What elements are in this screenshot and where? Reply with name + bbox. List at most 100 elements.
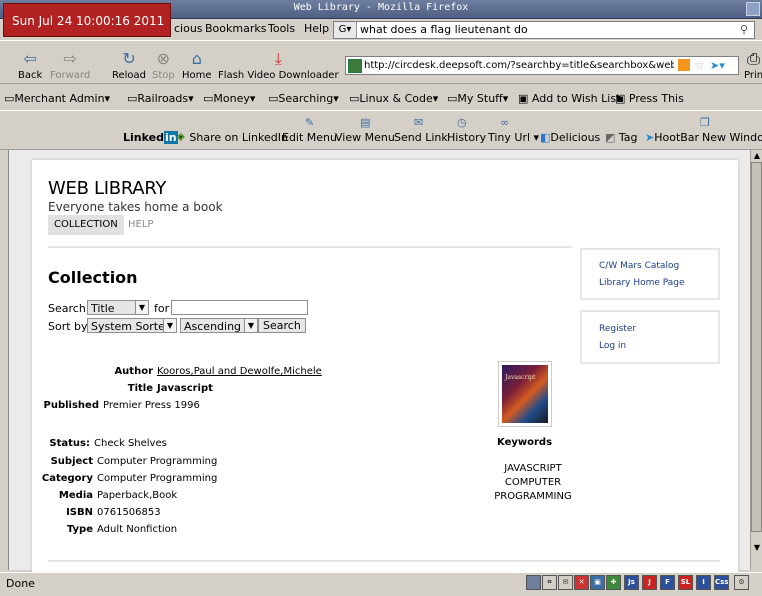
history-button[interactable]: History (447, 131, 486, 144)
category-label: Category (41, 473, 93, 484)
scroll-up-arrow-icon[interactable]: ▲ (751, 150, 762, 162)
url-input[interactable]: http://circdesk.deepsoft.com/?searchby=t… (364, 57, 674, 74)
library-home-page-link[interactable]: Library Home Page (599, 278, 685, 288)
printer-icon: ⎙ (747, 49, 760, 68)
delicious-button[interactable]: ◧Delicious (540, 131, 600, 144)
addon-status-icon[interactable] (526, 575, 541, 590)
bookmark-add-to-wish-list[interactable]: ▣ Add to Wish List (518, 92, 620, 105)
share-on-linkedin-button[interactable]: ❖ Share on LinkedIn (176, 131, 288, 144)
linkedin-button[interactable]: Linkedin▾ (123, 131, 183, 144)
screen-icon[interactable]: ▣ (590, 575, 605, 590)
mail-icon[interactable]: ✉ (558, 575, 573, 590)
bookmark-folder-linux-code[interactable]: ▭Linux & Code▾ (349, 92, 438, 105)
author-label: Author (114, 366, 153, 377)
menu-help[interactable]: Help (304, 22, 329, 35)
register-link[interactable]: Register (599, 324, 636, 334)
site-title: WEB LIBRARY (48, 178, 167, 199)
sort-order-select[interactable]: Ascending ▼ (180, 318, 258, 333)
bookmark-page-icon: ▣ (518, 92, 529, 105)
tag-button[interactable]: ◩ Tag (605, 131, 638, 144)
tab-help[interactable]: HELP (122, 215, 159, 235)
search-button[interactable]: Search (258, 318, 306, 333)
bookmark-folder-searching[interactable]: ▭Searching▾ (268, 92, 339, 105)
for-label: for (154, 302, 170, 315)
history-clock-icon: ◷ (457, 116, 467, 129)
flash-video-downloader-button[interactable]: ⤓ Flash Video Downloader (218, 48, 339, 81)
keywords-label: Keywords (497, 437, 553, 448)
sort-field-select[interactable]: System Sorted ▼ (87, 318, 177, 333)
settings-icon[interactable]: ⚙ (734, 575, 749, 590)
cw-mars-catalog-link[interactable]: C/W Mars Catalog (599, 261, 679, 271)
delicious-icon: ◧ (540, 131, 551, 144)
reload-button[interactable]: ↻ Reload (112, 48, 146, 81)
view-menu-button[interactable]: View Menu (335, 131, 395, 144)
subject-value: Computer Programming (97, 456, 218, 467)
menu-bookmarks[interactable]: Bookmarks (205, 22, 266, 35)
bookmark-press-this[interactable]: ▣ Press This (615, 92, 684, 105)
download-icon: ⤓ (274, 49, 282, 68)
isbn-label: ISBN (66, 507, 93, 518)
edit-menu-button[interactable]: Edit Menu (282, 131, 337, 144)
images-toggle-icon[interactable]: I (696, 575, 711, 590)
send-link-button[interactable]: Send Link (394, 131, 448, 144)
log-in-link[interactable]: Log in (599, 341, 626, 351)
search-icon[interactable]: ⚲ (740, 23, 748, 36)
twitter-bird-icon[interactable]: ➤▾ (710, 57, 725, 74)
scroll-down-arrow-icon[interactable]: ▼ (751, 542, 762, 554)
published-label: Published (43, 400, 99, 411)
search-engine-icon[interactable]: G▾ (334, 22, 357, 38)
forward-arrow-icon: ⇨ (63, 49, 77, 68)
published-value: Premier Press 1996 (103, 400, 200, 411)
grid-icon[interactable]: ⌗ (542, 575, 557, 590)
web-search-box[interactable]: G▾ what does a flag lieutenant do ⚲ (333, 21, 755, 39)
status-label: Status: (49, 438, 90, 449)
rss-icon[interactable] (678, 59, 690, 71)
keyword-item: JAVASCRIPT (504, 463, 562, 474)
silverlight-toggle-icon[interactable]: SL (678, 575, 693, 590)
tab-collection[interactable]: COLLECTION (48, 215, 124, 235)
type-value: Adult Nonfiction (97, 524, 178, 535)
tiny-url-button[interactable]: Tiny Url ▾ (488, 131, 539, 144)
author-link[interactable]: Kooros,Paul and Dewolfe,Michele (157, 366, 322, 377)
forward-button[interactable]: ⇨ Forward (50, 48, 90, 81)
share-icon: ❖ (176, 131, 186, 144)
web-search-input[interactable]: what does a flag lieutenant do (360, 23, 528, 36)
status-text: Done (6, 577, 35, 590)
puzzle-icon[interactable]: ✚ (606, 575, 621, 590)
vertical-scrollbar[interactable]: ▲ ▼ (750, 150, 762, 570)
media-value: Paperback,Book (97, 490, 178, 501)
edit-menu-icon: ✎ (305, 116, 315, 129)
external-links-box (580, 248, 720, 300)
search-text-input[interactable] (171, 300, 308, 315)
javascript-toggle-icon[interactable]: Js (624, 575, 639, 590)
type-label: Type (66, 524, 93, 535)
bookmark-folder-my-stuff[interactable]: ▭My Stuff▾ (447, 92, 508, 105)
keyword-item: COMPUTER (504, 477, 562, 488)
css-toggle-icon[interactable]: Css (714, 575, 729, 590)
subject-label: Subject (50, 456, 93, 467)
menu-tools[interactable]: Tools (268, 22, 295, 35)
new-window-button[interactable]: New Window (702, 131, 762, 144)
stop-button[interactable]: ⊗ Stop (152, 48, 175, 81)
back-button[interactable]: ⇦ Back (18, 48, 42, 81)
search-by-select[interactable]: Title ▼ (87, 300, 149, 315)
home-button[interactable]: ⌂ Home (182, 48, 212, 81)
tiny-url-icon: ∞ (500, 116, 510, 129)
java-toggle-icon[interactable]: J (642, 575, 657, 590)
book-cover-image[interactable]: Javascript (498, 361, 552, 427)
menu-history[interactable]: cious (174, 22, 203, 35)
flash-toggle-icon[interactable]: F (660, 575, 675, 590)
bookmark-folder-railroads[interactable]: ▭Railroads▾ (127, 92, 194, 105)
print-button[interactable]: ⎙ Prin (744, 48, 762, 81)
url-bar[interactable]: http://circdesk.deepsoft.com/?searchby=t… (345, 56, 739, 75)
block-icon[interactable]: ✕ (574, 575, 589, 590)
window-close-button[interactable] (746, 2, 760, 16)
stop-icon: ⊗ (156, 49, 171, 68)
bookmark-folder-merchant-admin[interactable]: ▭Merchant Admin▾ (4, 92, 110, 105)
bookmark-folder-money[interactable]: ▭Money▾ (203, 92, 255, 105)
hootbar-button[interactable]: ➤HootBar (645, 131, 699, 144)
folder-icon: ▭ (4, 92, 15, 105)
clock-overlay: Sun Jul 24 10:00:16 2011 (3, 3, 171, 37)
scrollbar-thumb[interactable] (751, 162, 762, 532)
bookmark-star-icon[interactable]: ☆ (694, 57, 705, 74)
